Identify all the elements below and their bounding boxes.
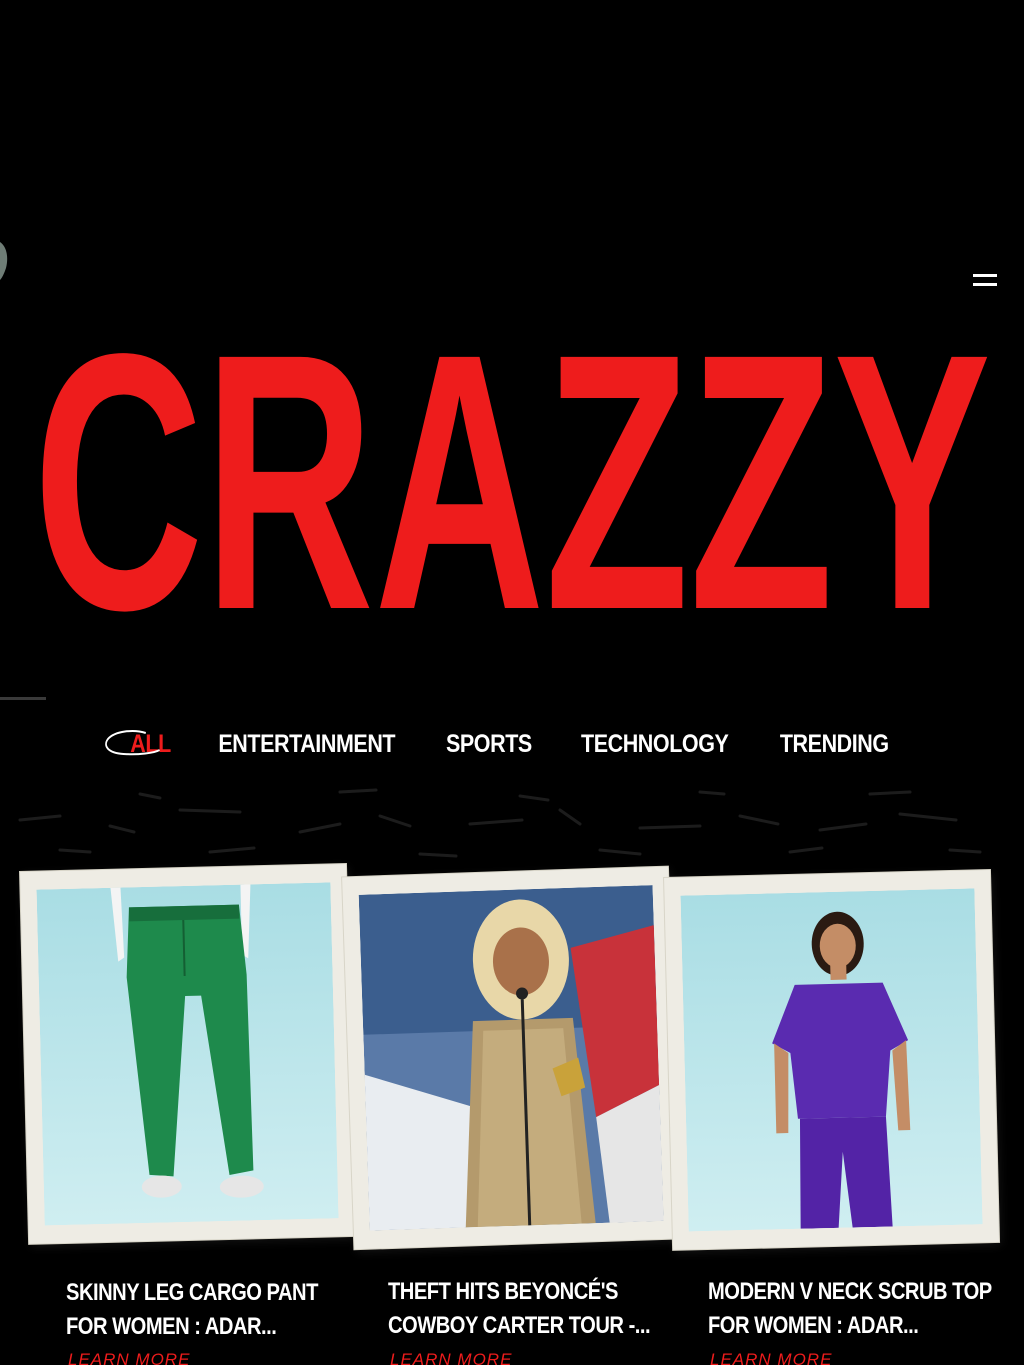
hero-title: CRAZZY <box>24 318 1000 628</box>
nav-item-label: SPORTS <box>446 729 533 758</box>
nav-item-label: TECHNOLOGY <box>581 729 729 758</box>
card-title[interactable]: SKINNY LEG CARGO PANT FOR WOMEN : ADAR..… <box>66 1276 318 1344</box>
nav-item-label: TRENDING <box>779 729 889 758</box>
card-title-line: SKINNY LEG CARGO PANT <box>66 1279 318 1306</box>
nav-item-trending[interactable]: TRENDING <box>780 730 889 759</box>
divider <box>0 697 46 700</box>
card-title-line: FOR WOMEN : ADAR... <box>66 1313 277 1340</box>
page: CRAZZY ALL ENTERTAINMENT SPORTS TECHNOLO… <box>0 0 1024 1365</box>
learn-more-link[interactable]: LEARN MORE <box>390 1350 512 1365</box>
nav-item-label: ENTERTAINMENT <box>218 729 396 758</box>
nav-item-all[interactable]: ALL <box>104 729 171 759</box>
purple-scrubs-photo[interactable] <box>680 888 983 1232</box>
nav-item-label: ALL <box>130 729 171 758</box>
card-title[interactable]: THEFT HITS BEYONCÉ'S COWBOY CARTER TOUR … <box>388 1275 651 1343</box>
hamburger-icon <box>973 274 997 277</box>
card-title-line: THEFT HITS BEYONCÉ'S <box>388 1278 618 1305</box>
green-scrub-pants-photo[interactable] <box>36 882 339 1226</box>
menu-button[interactable] <box>970 270 1000 292</box>
scratch-texture <box>18 788 982 858</box>
category-nav: ALL ENTERTAINMENT SPORTS TECHNOLOGY TREN… <box>0 722 1024 766</box>
card-title-line: FOR WOMEN : ADAR... <box>708 1312 919 1339</box>
nav-item-sports[interactable]: SPORTS <box>446 730 532 759</box>
learn-more-link[interactable]: LEARN MORE <box>710 1350 832 1365</box>
card-title-line: COWBOY CARTER TOUR -... <box>388 1312 651 1339</box>
nav-item-entertainment[interactable]: ENTERTAINMENT <box>218 730 395 759</box>
learn-more-link[interactable]: LEARN MORE <box>68 1350 190 1365</box>
brush-fragment <box>0 242 8 280</box>
singer-award-photo[interactable] <box>358 885 664 1231</box>
article-card[interactable] <box>664 870 1000 1250</box>
hero-title-text: CRAZZY <box>33 318 991 628</box>
card-title[interactable]: MODERN V NECK SCRUB TOP FOR WOMEN : ADAR… <box>708 1275 992 1343</box>
nav-item-technology[interactable]: TECHNOLOGY <box>581 729 729 759</box>
card-title-line: MODERN V NECK SCRUB TOP <box>708 1278 992 1305</box>
hamburger-icon-line <box>973 283 997 286</box>
